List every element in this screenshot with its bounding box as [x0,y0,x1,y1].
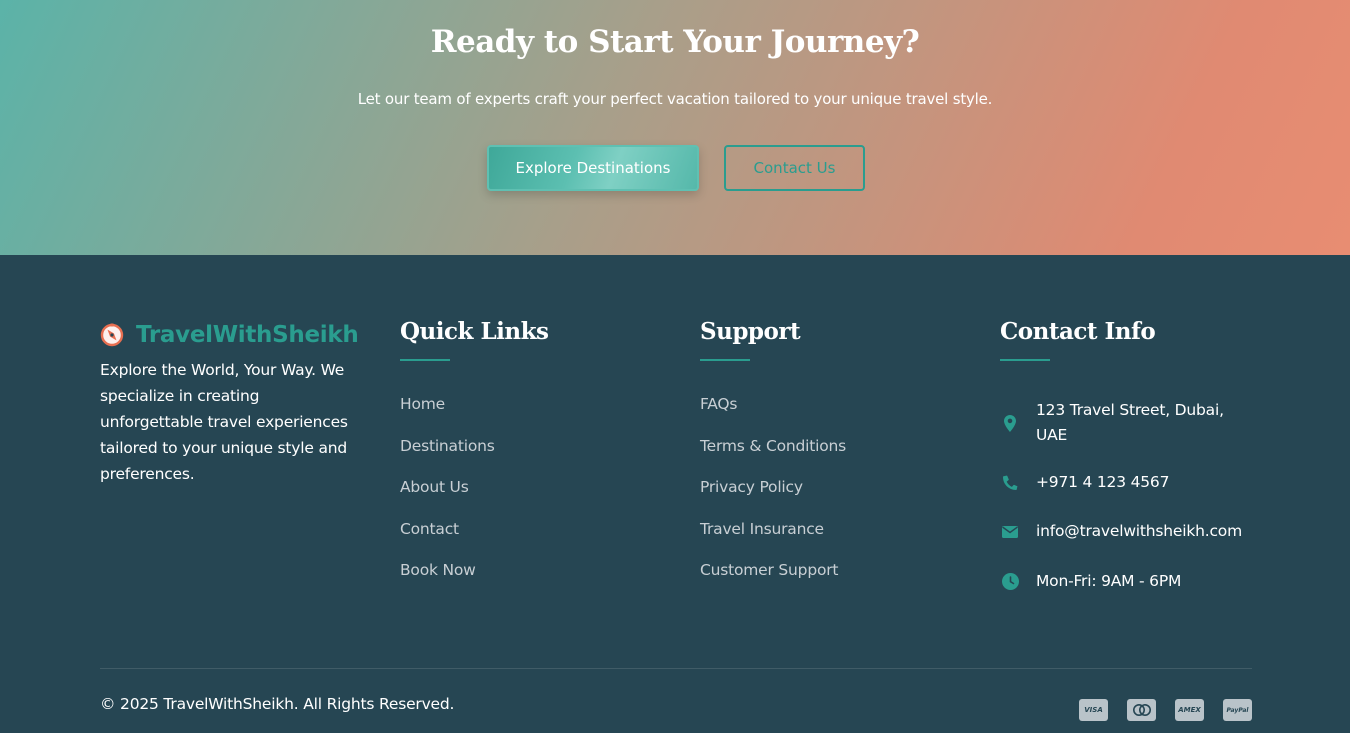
cta-subtitle: Let our team of experts craft your perfe… [357,90,993,108]
link-travel-insurance[interactable]: Travel Insurance [700,520,846,562]
brand-description: Explore the World, Your Way. We speciali… [100,361,348,483]
title-underline [700,359,750,361]
amex-icon: AMEX [1175,699,1204,721]
link-book-now[interactable]: Book Now [400,561,548,603]
contact-address: 123 Travel Street, Dubai, UAE [1000,395,1255,470]
footer-brand[interactable]: TravelWithSheikh [100,322,359,348]
explore-destinations-button[interactable]: Explore Destinations [487,145,699,191]
link-privacy-policy[interactable]: Privacy Policy [700,478,846,520]
link-home[interactable]: Home [400,395,548,437]
hours-text: Mon-Fri: 9AM - 6PM [1036,572,1182,590]
paypal-icon: PayPal [1223,699,1252,721]
address-text: 123 Travel Street, Dubai, UAE [1036,401,1224,444]
cta-section: Ready to Start Your Journey? Let our tea… [0,0,1350,255]
link-contact[interactable]: Contact [400,520,548,562]
contact-us-button[interactable]: Contact Us [724,145,865,191]
contact-info-column: Contact Info 123 Travel Street, Dubai, U… [1000,318,1255,594]
phone-icon [1000,470,1020,495]
link-destinations[interactable]: Destinations [400,437,548,479]
phone-text: +971 4 123 4567 [1036,473,1170,491]
contact-email[interactable]: info@travelwithsheikh.com [1000,519,1255,569]
quick-links-column: Quick Links Home Destinations About Us C… [400,318,549,603]
mastercard-icon [1127,699,1156,721]
compass-icon [100,323,124,347]
link-about-us[interactable]: About Us [400,478,548,520]
title-underline [1000,359,1050,361]
title-underline [400,359,450,361]
contact-phone[interactable]: +971 4 123 4567 [1000,470,1255,519]
footer-divider [100,668,1252,669]
contact-hours: Mon-Fri: 9AM - 6PM [1000,569,1255,594]
support-title: Support [700,318,801,345]
copyright-text: © 2025 TravelWithSheikh. All Rights Rese… [100,695,455,713]
quick-links-title: Quick Links [400,318,549,345]
email-text: info@travelwithsheikh.com [1036,522,1242,540]
clock-icon [1000,569,1020,594]
visa-icon: VISA [1079,699,1108,721]
support-column: Support FAQs Terms & Conditions Privacy … [700,318,846,603]
contact-info-title: Contact Info [1000,318,1156,345]
location-pin-icon [1000,398,1020,448]
envelope-icon [1000,519,1020,544]
link-terms-conditions[interactable]: Terms & Conditions [700,437,846,479]
cta-title: Ready to Start Your Journey? [430,24,920,60]
payment-methods: VISA AMEX PayPal [1079,699,1252,721]
link-faqs[interactable]: FAQs [700,395,846,437]
link-customer-support[interactable]: Customer Support [700,561,846,603]
brand-name: TravelWithSheikh [136,322,359,348]
